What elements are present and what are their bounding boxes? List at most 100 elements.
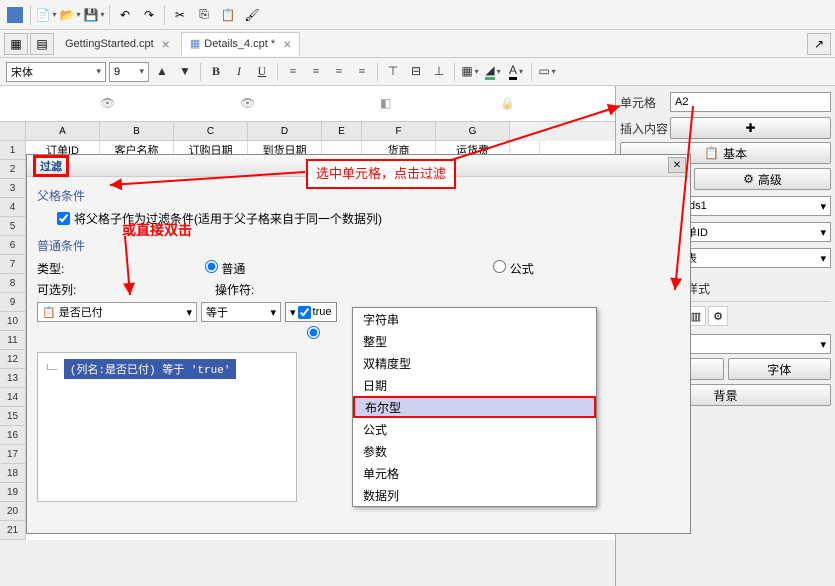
ruler-icon[interactable]: ◧: [380, 96, 391, 110]
row-header[interactable]: 5: [0, 217, 26, 236]
align-center-icon[interactable]: ≡: [306, 62, 326, 82]
valign-top-icon[interactable]: ⊤: [383, 62, 403, 82]
row-header[interactable]: 19: [0, 483, 26, 502]
fill-color-icon[interactable]: ◢: [483, 62, 503, 82]
col-header[interactable]: G: [436, 122, 510, 141]
operator-select[interactable]: 等于▾: [201, 302, 281, 322]
dropdown-item[interactable]: 日期: [353, 374, 596, 396]
col-header[interactable]: E: [322, 122, 362, 141]
tree-item[interactable]: (列名:是否已付) 等于 'true': [64, 359, 237, 379]
close-icon[interactable]: ×: [162, 36, 170, 52]
italic-button[interactable]: I: [229, 62, 249, 82]
cut-icon[interactable]: ✂: [169, 4, 191, 26]
valign-bot-icon[interactable]: ⊥: [429, 62, 449, 82]
size-up-icon[interactable]: ▲: [152, 62, 172, 82]
align-justify-icon[interactable]: ≡: [352, 62, 372, 82]
col-header[interactable]: D: [248, 122, 322, 141]
radio-inline[interactable]: [307, 326, 320, 342]
new-doc-icon[interactable]: 📄: [35, 4, 57, 26]
font-color-icon[interactable]: A: [506, 62, 526, 82]
value-field[interactable]: ▾ true: [285, 302, 337, 322]
dropdown-item[interactable]: 参数: [353, 440, 596, 462]
row-header[interactable]: 16: [0, 426, 26, 445]
radio-formula[interactable]: 公式: [493, 260, 533, 277]
close-icon[interactable]: ×: [283, 36, 291, 52]
tab-action-icon[interactable]: ↗: [807, 33, 831, 55]
row-header[interactable]: 7: [0, 255, 26, 274]
row-header[interactable]: 18: [0, 464, 26, 483]
row-header[interactable]: 4: [0, 198, 26, 217]
dataset-select[interactable]: 🗄 ds1▾: [670, 196, 831, 216]
row-header[interactable]: 9: [0, 293, 26, 312]
ruler-icon[interactable]: 🔒: [500, 96, 515, 110]
font-value: 宋体: [11, 64, 33, 80]
row-header[interactable]: 8: [0, 274, 26, 293]
dropdown-item[interactable]: 公式: [353, 418, 596, 440]
col-header[interactable]: B: [100, 122, 174, 141]
ruler-icon[interactable]: 👁: [100, 96, 115, 110]
row-header[interactable]: 11: [0, 331, 26, 350]
column-select[interactable]: 📋 是否已付▾: [37, 302, 197, 322]
parent-checkbox[interactable]: [57, 212, 70, 225]
row-header[interactable]: 10: [0, 312, 26, 331]
file-tab-2[interactable]: ▦ Details_4.cpt * ×: [181, 32, 301, 56]
cell-ref-input[interactable]: A2: [670, 92, 831, 112]
col-header[interactable]: C: [174, 122, 248, 141]
paste-icon[interactable]: 📋: [217, 4, 239, 26]
datasetting-select[interactable]: 列表▾: [670, 248, 831, 268]
bool-checkbox[interactable]: [298, 306, 311, 319]
type-dropdown: 字符串 整型 双精度型 日期 布尔型 公式 参数 单元格 数据列: [352, 307, 597, 507]
copy-icon[interactable]: ⎘: [193, 4, 215, 26]
brush-icon[interactable]: 🖌: [241, 4, 263, 26]
annotation-select-cell: 选中单元格，点击过滤: [306, 159, 456, 189]
row-header[interactable]: 2: [0, 160, 26, 179]
file-tab-1[interactable]: GettingStarted.cpt ×: [56, 32, 179, 56]
dropdown-item-selected[interactable]: 布尔型: [353, 396, 596, 418]
style-settings-icon[interactable]: ⚙: [708, 306, 728, 326]
col-header[interactable]: F: [362, 122, 436, 141]
border-icon[interactable]: ▦: [460, 62, 480, 82]
advanced-button[interactable]: ⚙ 高级: [694, 168, 831, 190]
row-header[interactable]: 21: [0, 521, 26, 540]
ruler-icon[interactable]: 👁: [240, 96, 255, 110]
close-button[interactable]: ✕: [668, 157, 686, 173]
save-icon[interactable]: 💾: [83, 4, 105, 26]
valign-mid-icon[interactable]: ⊟: [406, 62, 426, 82]
dropdown-item[interactable]: 整型: [353, 330, 596, 352]
open-icon[interactable]: 📂: [59, 4, 81, 26]
size-down-icon[interactable]: ▼: [175, 62, 195, 82]
row-header[interactable]: 3: [0, 179, 26, 198]
col-header[interactable]: A: [26, 122, 100, 141]
condition-tree[interactable]: └─ (列名:是否已付) 等于 'true': [37, 352, 297, 502]
row-header[interactable]: 1: [0, 141, 26, 160]
dropdown-item[interactable]: 字符串: [353, 308, 596, 330]
datacol-select[interactable]: 订单ID▾: [670, 222, 831, 242]
row-header[interactable]: 12: [0, 350, 26, 369]
underline-button[interactable]: U: [252, 62, 272, 82]
format-bar: 宋体 ▾ 9 ▾ ▲ ▼ B I U ≡ ≡ ≡ ≡ ⊤ ⊟ ⊥ ▦ ◢ A ▭: [0, 58, 835, 86]
row-header[interactable]: 20: [0, 502, 26, 521]
undo-icon[interactable]: ↶: [114, 4, 136, 26]
align-right-icon[interactable]: ≡: [329, 62, 349, 82]
insert-button[interactable]: ✚: [670, 117, 831, 139]
font-size-select[interactable]: 9 ▾: [109, 62, 149, 82]
redo-icon[interactable]: ↷: [138, 4, 160, 26]
merge-icon[interactable]: ▭: [537, 62, 557, 82]
align-left-icon[interactable]: ≡: [283, 62, 303, 82]
dropdown-item[interactable]: 数据列: [353, 484, 596, 506]
row-header[interactable]: 14: [0, 388, 26, 407]
dropdown-item[interactable]: 双精度型: [353, 352, 596, 374]
row-header[interactable]: 15: [0, 407, 26, 426]
font-button[interactable]: 字体: [728, 358, 832, 380]
logo-icon[interactable]: [4, 4, 26, 26]
radio-common[interactable]: 普通: [205, 260, 245, 277]
font-select[interactable]: 宋体 ▾: [6, 62, 106, 82]
dropdown-item[interactable]: 单元格: [353, 462, 596, 484]
grid-corner[interactable]: [0, 122, 26, 141]
tab-layout-icon[interactable]: ▤: [30, 33, 54, 55]
row-header[interactable]: 6: [0, 236, 26, 255]
row-header[interactable]: 13: [0, 369, 26, 388]
row-header[interactable]: 17: [0, 445, 26, 464]
bold-button[interactable]: B: [206, 62, 226, 82]
tab-grid-icon[interactable]: ▦: [4, 33, 28, 55]
